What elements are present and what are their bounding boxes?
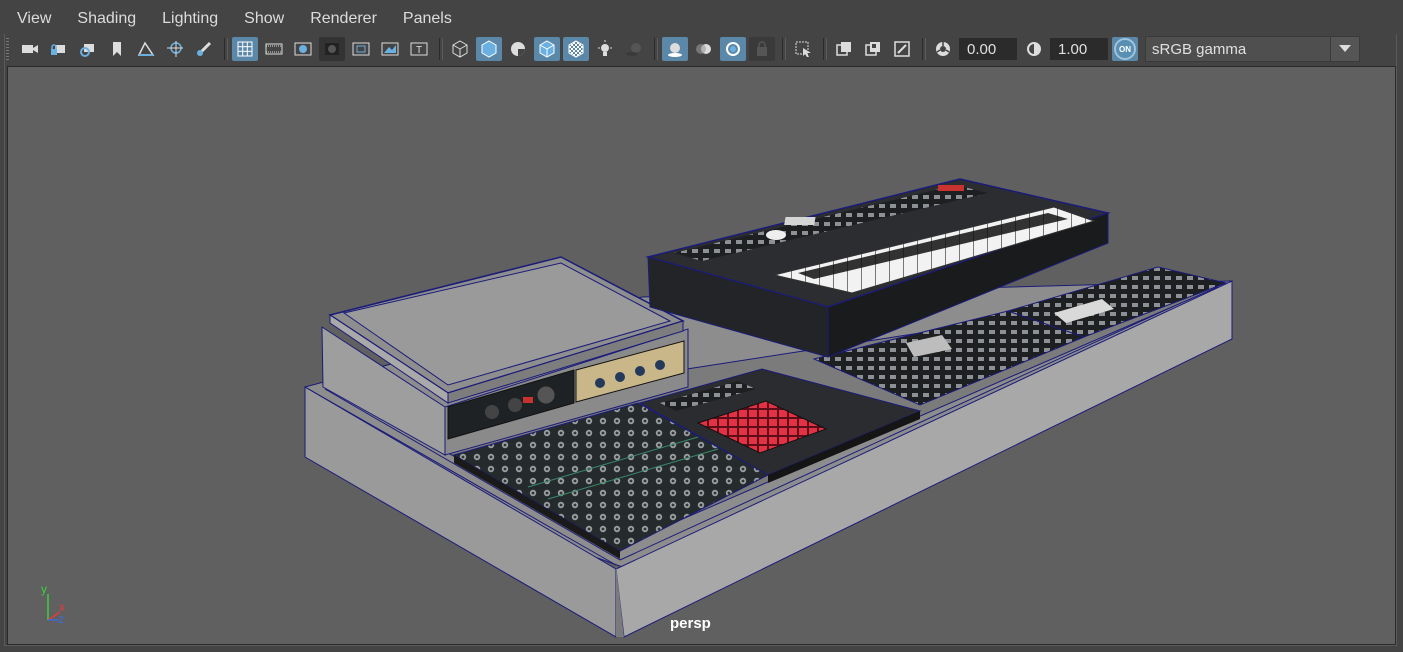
xray-active-icon[interactable]	[860, 37, 886, 61]
camera-attributes-icon[interactable]	[75, 37, 101, 61]
color-management-icon[interactable]: ON	[1112, 37, 1138, 61]
xray-icon[interactable]	[563, 37, 589, 61]
panel-toolbar: T 0.00 1.00 ON sRGB gamma	[6, 35, 1396, 63]
field-chart-icon[interactable]	[348, 37, 374, 61]
camera-lock-icon[interactable]	[46, 37, 72, 61]
view-transform-dropdown[interactable]: sRGB gamma	[1145, 36, 1360, 62]
gamma-icon[interactable]	[1021, 37, 1047, 61]
shadows-icon[interactable]	[621, 37, 647, 61]
resolution-gate-icon[interactable]	[290, 37, 316, 61]
menu-lighting[interactable]: Lighting	[145, 10, 218, 28]
svg-text:T: T	[416, 45, 422, 56]
smooth-shade-icon[interactable]	[476, 37, 502, 61]
chevron-down-icon[interactable]	[1330, 37, 1359, 61]
wireframe-on-shaded-icon[interactable]	[534, 37, 560, 61]
scene-render[interactable]: y x z	[8, 67, 1396, 645]
camera-name-label: persp	[670, 615, 711, 632]
backface-culling-icon[interactable]	[889, 37, 915, 61]
2d-pan-zoom-icon[interactable]	[162, 37, 188, 61]
xray-joints-icon[interactable]	[831, 37, 857, 61]
exposure-field[interactable]: 0.00	[959, 38, 1017, 60]
multisample-aa-icon[interactable]	[720, 37, 746, 61]
bookmark-icon[interactable]	[104, 37, 130, 61]
viewport-3d[interactable]: y x z persp	[7, 66, 1396, 645]
default-lighting-icon[interactable]	[592, 37, 618, 61]
axis-y-label: y	[41, 582, 47, 596]
axis-gizmo: y x z	[41, 582, 65, 626]
bounding-box-icon[interactable]	[505, 37, 531, 61]
safe-action-icon[interactable]	[377, 37, 403, 61]
toolbar-separator	[224, 38, 228, 60]
panel-menubar: View Shading Lighting Show Renderer Pane…	[0, 4, 1403, 34]
safe-title-icon[interactable]: T	[406, 37, 432, 61]
menu-shading[interactable]: Shading	[60, 10, 136, 28]
grease-pencil-icon[interactable]	[191, 37, 217, 61]
menu-renderer[interactable]: Renderer	[293, 10, 377, 28]
menu-view[interactable]: View	[0, 10, 51, 28]
exposure-icon[interactable]	[930, 37, 956, 61]
toolbar-separator	[922, 38, 926, 60]
toolbar-separator	[782, 38, 786, 60]
toolbar-separator	[654, 38, 658, 60]
toolbar-grip[interactable]	[6, 38, 9, 60]
gate-mask-icon[interactable]	[319, 37, 345, 61]
menu-show[interactable]: Show	[227, 10, 284, 28]
color-management-badge: ON	[1114, 38, 1136, 60]
isolate-select-icon[interactable]	[790, 37, 816, 61]
motion-blur-icon[interactable]	[691, 37, 717, 61]
axis-z-label: z	[58, 612, 64, 626]
screen-space-ao-icon[interactable]	[662, 37, 688, 61]
toolbar-separator	[439, 38, 443, 60]
view-transform-value: sRGB gamma	[1152, 40, 1247, 58]
wireframe-icon[interactable]	[447, 37, 473, 61]
gamma-field[interactable]: 1.00	[1050, 38, 1108, 60]
grid-icon[interactable]	[232, 37, 258, 61]
toolbar-separator	[823, 38, 827, 60]
film-gate-icon[interactable]	[261, 37, 287, 61]
menu-panels[interactable]: Panels	[386, 10, 452, 28]
depth-of-field-icon[interactable]	[749, 37, 775, 61]
camera-icon[interactable]	[17, 37, 43, 61]
image-plane-icon[interactable]	[133, 37, 159, 61]
